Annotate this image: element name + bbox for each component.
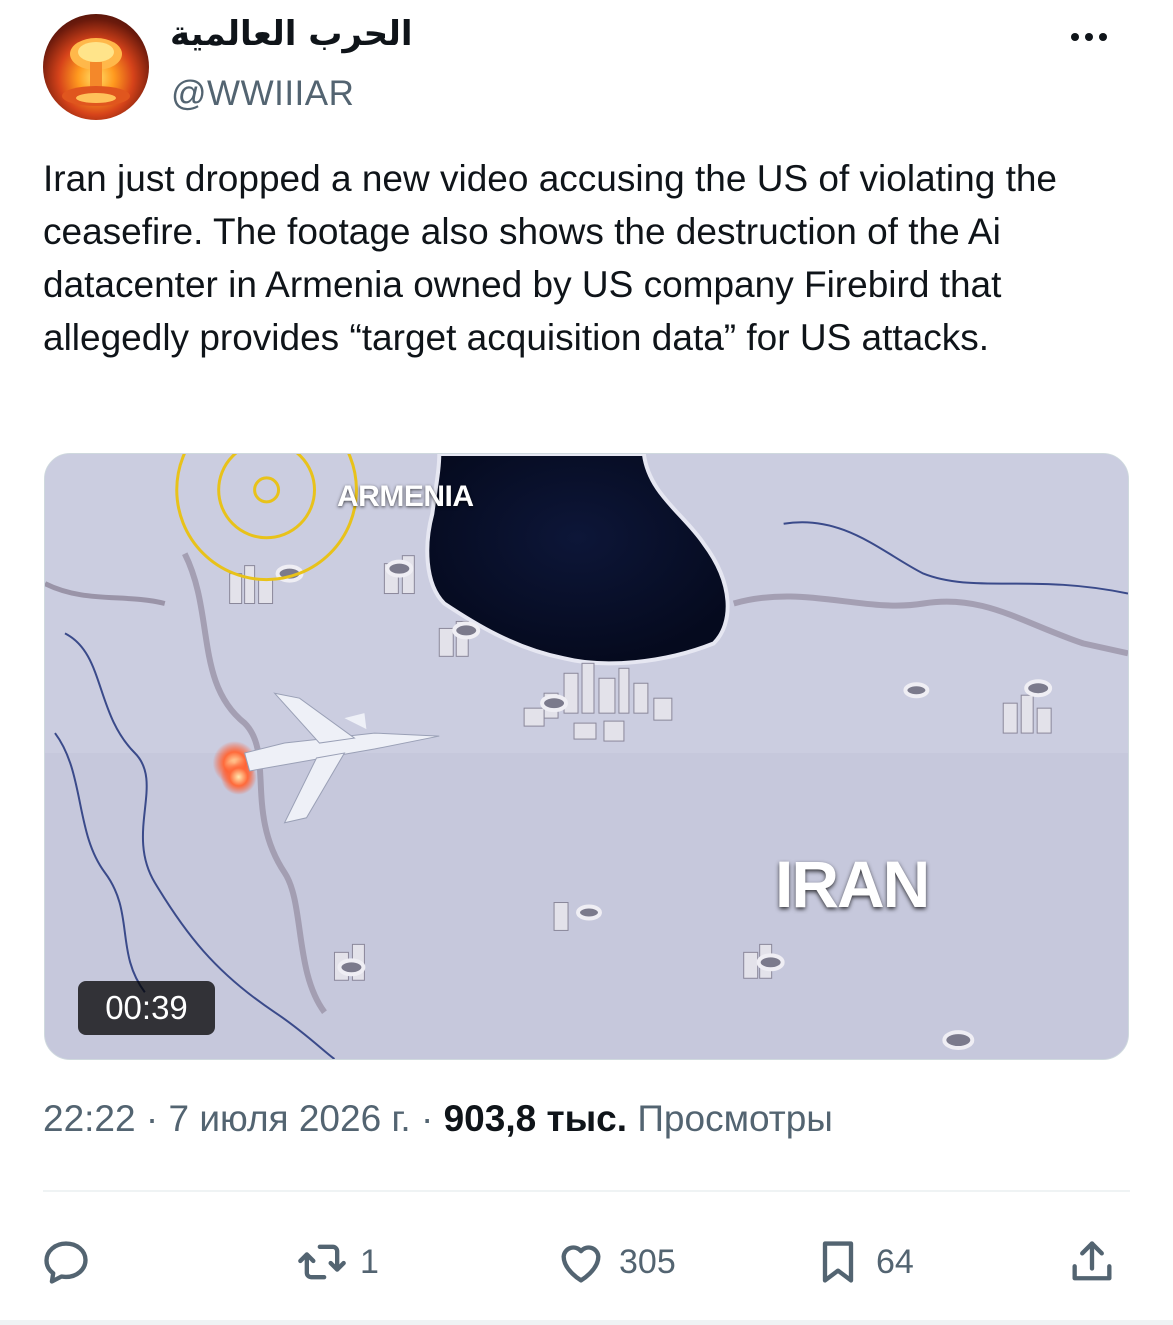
share-icon [1072,1241,1112,1281]
nuclear-explosion-avatar-icon [62,38,130,106]
tweet-meta: 22:22 · 7 июля 2026 г. · 903,8 тыс. Прос… [43,1098,833,1140]
more-options-icon[interactable] [1064,22,1114,52]
reply-icon [44,1241,88,1284]
retweet-count: 1 [360,1242,379,1281]
meta-separator: · [420,1098,434,1139]
like-button[interactable]: 305 [555,1230,676,1294]
retweet-button[interactable]: 1 [296,1230,379,1294]
author-handle[interactable]: @WWIIIAR [171,74,354,114]
divider [43,1190,1130,1192]
tweet-time[interactable]: 22:22 [43,1098,136,1139]
map-label-iran: IRAN [775,847,930,921]
retweet-icon [298,1244,346,1280]
meta-separator: · [145,1098,159,1139]
bookmark-button[interactable]: 64 [812,1230,914,1294]
heart-icon [561,1245,601,1283]
tweet-text: Iran just dropped a new video accusing t… [43,158,1058,358]
views-count: 903,8 тыс. [443,1098,628,1139]
map-label-armenia: ARMENIA [337,480,474,513]
reply-button[interactable] [40,1230,92,1294]
video-player[interactable]: ARMENIA IRAN 00:39 [44,453,1129,1060]
bookmark-count: 64 [876,1242,914,1281]
action-bar: 1 305 64 [0,1230,1173,1294]
author-display-name[interactable]: الحرب العالمية [170,14,413,54]
views-label: Просмотры [637,1098,833,1139]
bottom-divider [0,1320,1173,1325]
map-video-frame [45,454,1128,1059]
bookmark-icon [822,1241,854,1283]
share-button[interactable] [1066,1230,1118,1294]
like-count: 305 [619,1242,676,1281]
video-duration-badge: 00:39 [78,981,215,1035]
tweet-date[interactable]: 7 июля 2026 г. [168,1098,410,1139]
avatar[interactable] [43,14,149,120]
